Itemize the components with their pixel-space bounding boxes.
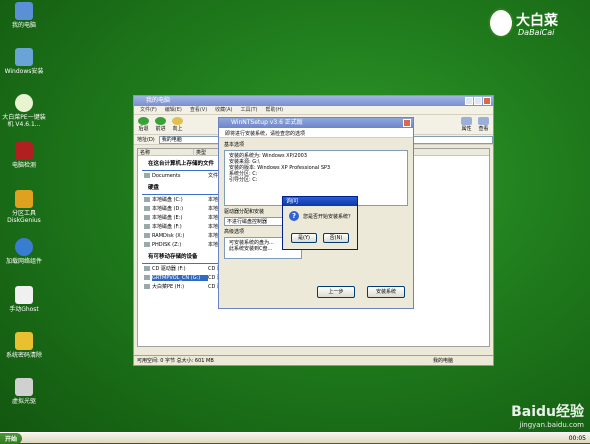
partition-icon bbox=[15, 190, 33, 208]
cd-drive-icon bbox=[144, 275, 150, 280]
menu-file[interactable]: 文件(F) bbox=[140, 106, 157, 114]
setup-close-button[interactable] bbox=[403, 119, 411, 127]
desktop-icon-cabbage-pe[interactable]: 大白菜PE一键装机 V4.6.1... bbox=[2, 94, 46, 128]
cabbage-logo-icon bbox=[488, 8, 514, 38]
view-button[interactable]: 查看 bbox=[478, 117, 489, 132]
menu-edit[interactable]: 编辑(E) bbox=[165, 106, 182, 114]
desktop-icon-detect[interactable]: 电脑检测 bbox=[2, 142, 46, 169]
cabbage-icon bbox=[15, 94, 33, 112]
cd-drive-icon bbox=[144, 284, 150, 289]
setup-titlebar[interactable]: WinNTSetup v3.6 正式版 bbox=[219, 118, 413, 128]
forward-arrow-icon bbox=[155, 117, 166, 125]
no-button[interactable]: 否(N) bbox=[323, 233, 349, 243]
yes-button[interactable]: 是(Y) bbox=[291, 233, 317, 243]
network-icon bbox=[15, 238, 33, 256]
confirm-message: 您是否开始安装系统？ bbox=[303, 214, 354, 220]
menu-view[interactable]: 查看(V) bbox=[190, 106, 207, 114]
disk-icon bbox=[144, 206, 150, 211]
properties-icon bbox=[461, 117, 472, 125]
group-header: 有可移动存储的设备 bbox=[142, 249, 222, 264]
detect-icon bbox=[15, 142, 33, 160]
minimize-button[interactable] bbox=[465, 97, 473, 105]
window-titlebar[interactable]: 我的电脑 bbox=[134, 96, 493, 106]
install-system-button[interactable]: 安装系统 bbox=[367, 286, 405, 298]
installer-icon bbox=[15, 48, 33, 66]
view-icon bbox=[478, 117, 489, 125]
desktop-icon-network[interactable]: 加载网络组件 bbox=[2, 238, 46, 265]
confirm-titlebar[interactable]: 询问 bbox=[283, 197, 357, 206]
question-icon: ? bbox=[289, 211, 299, 221]
cd-drive-icon bbox=[144, 266, 150, 271]
computer-icon bbox=[15, 2, 33, 20]
disk-icon bbox=[144, 242, 150, 247]
back-button[interactable]: 后退 bbox=[138, 117, 149, 132]
desktop-icon-ghost[interactable]: 手动Ghost bbox=[2, 286, 46, 313]
folder-up-icon bbox=[172, 117, 183, 125]
column-name[interactable]: 名称 bbox=[138, 149, 194, 156]
start-button[interactable]: 开始 bbox=[0, 432, 23, 444]
group-header: 硬盘 bbox=[142, 180, 222, 195]
disk-icon bbox=[144, 215, 150, 220]
status-bar: 可用空间: 0 字节 总大小: 601 MB 我的电脑 bbox=[134, 355, 493, 365]
disk-icon bbox=[144, 197, 150, 202]
menu-tools[interactable]: 工具(T) bbox=[241, 106, 258, 114]
up-button[interactable]: 向上 bbox=[172, 117, 183, 132]
desktop-icon-password-clear[interactable]: 系统密码清除 bbox=[2, 332, 46, 359]
properties-button[interactable]: 属性 bbox=[461, 117, 472, 132]
setup-header: 即将进行安装系统，请检查您的选项 bbox=[219, 128, 413, 138]
forward-button[interactable]: 前进 bbox=[155, 117, 166, 132]
back-arrow-icon bbox=[138, 117, 149, 125]
desktop-icon-virtual-cd[interactable]: 虚拟光驱 bbox=[2, 378, 46, 405]
menu-favorites[interactable]: 收藏(A) bbox=[215, 106, 232, 114]
maximize-button[interactable] bbox=[474, 97, 482, 105]
desktop-icon-windows-install[interactable]: Windows安装 bbox=[2, 48, 46, 75]
menu-help[interactable]: 帮助(H) bbox=[265, 106, 283, 114]
dabaicai-logo: 大白菜 DaBaiCai bbox=[486, 6, 576, 46]
folder-icon bbox=[144, 173, 150, 178]
desktop-icon-diskgenius[interactable]: 分区工具 DiskGenius bbox=[2, 190, 46, 224]
clock: 00:05 bbox=[568, 434, 586, 442]
previous-button[interactable]: 上一步 bbox=[317, 286, 355, 298]
cdrom-icon bbox=[15, 378, 33, 396]
taskbar: 开始 00:05 bbox=[0, 432, 590, 444]
menu-bar: 文件(F) 编辑(E) 查看(V) 收藏(A) 工具(T) 帮助(H) bbox=[134, 106, 493, 115]
ghost-icon bbox=[15, 286, 33, 304]
desktop-icon-computer[interactable]: 我的电脑 bbox=[2, 2, 46, 29]
baidu-watermark: Baidu经验 jingyan.baidu.com bbox=[511, 404, 584, 429]
disk-icon bbox=[144, 233, 150, 238]
group-header: 在这台计算机上存储的文件 bbox=[142, 156, 222, 171]
key-icon bbox=[15, 332, 33, 350]
confirm-dialog: 询问 ? 您是否开始安装系统？ 是(Y) 否(N) bbox=[282, 196, 358, 250]
disk-icon bbox=[144, 224, 150, 229]
close-button[interactable] bbox=[483, 97, 491, 105]
